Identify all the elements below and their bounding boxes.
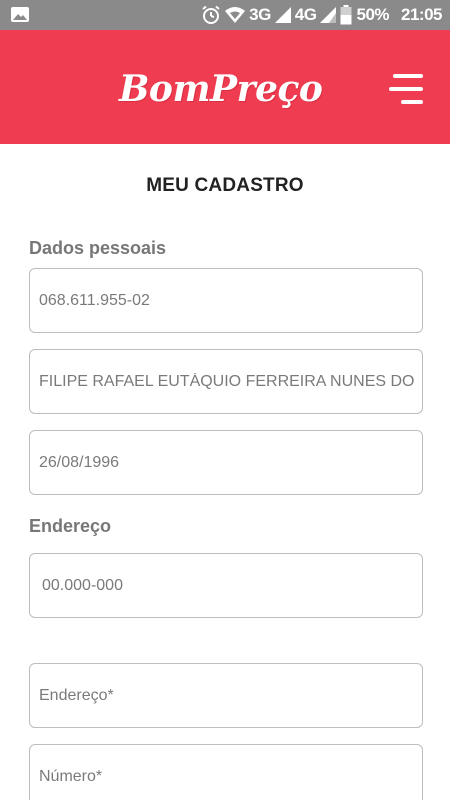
cpf-field[interactable]: 068.611.955-02 — [29, 268, 423, 333]
network-4g-label: 4G — [294, 5, 317, 24]
menu-icon-line — [389, 87, 423, 91]
page-title: MEU CADASTRO — [146, 175, 304, 196]
birthdate-value: 26/08/1996 — [39, 453, 120, 471]
app-header: BomPreço — [0, 30, 450, 144]
alarm-icon — [202, 5, 220, 24]
brand-logo[interactable]: BomPreço — [119, 67, 329, 111]
clock: 21:05 — [401, 5, 442, 24]
street-field[interactable]: Endereço* — [29, 663, 423, 728]
battery-icon — [340, 5, 352, 25]
number-placeholder: Número* — [39, 767, 103, 785]
menu-icon-line — [393, 74, 423, 78]
number-field[interactable]: Número* — [29, 744, 423, 800]
wifi-icon — [225, 7, 246, 23]
menu-button[interactable] — [382, 70, 426, 110]
full-name-value: FILIPE RAFAEL EUTÁQUIO FERREIRA NUNES DO — [39, 372, 414, 390]
signal-3g-icon — [274, 7, 291, 23]
street-placeholder: Endereço* — [39, 686, 114, 704]
battery-percent: 50% — [356, 5, 390, 24]
section-label-personal: Dados pessoais — [29, 238, 167, 258]
signal-4g-icon — [320, 7, 337, 23]
cep-field[interactable]: 00.000-000 — [29, 553, 423, 618]
section-label-address: Endereço — [29, 516, 112, 536]
birthdate-field[interactable]: 26/08/1996 — [29, 430, 423, 495]
status-bar: 3G 4G 50% 21:05 — [0, 0, 450, 30]
gallery-notification-icon — [11, 7, 29, 22]
full-name-field[interactable]: FILIPE RAFAEL EUTÁQUIO FERREIRA NUNES DO — [29, 349, 423, 414]
network-3g-label: 3G — [249, 5, 271, 24]
menu-icon-line — [401, 100, 423, 104]
cpf-value: 068.611.955-02 — [39, 291, 150, 309]
cep-placeholder: 00.000-000 — [42, 576, 123, 594]
